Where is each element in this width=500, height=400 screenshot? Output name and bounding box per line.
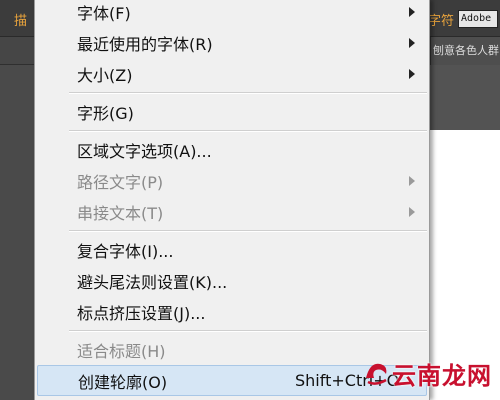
menu-item-glyphs[interactable]: 字形(G): [37, 96, 427, 127]
menu-item-threaded-text: 串接文本(T): [37, 196, 427, 227]
menu-item-label: 标点挤压设置(J)...: [77, 303, 206, 323]
menu-item-area-type-options[interactable]: 区域文字选项(A)...: [37, 134, 427, 165]
menu-item-recent-fonts[interactable]: 最近使用的字体(R): [37, 27, 427, 58]
menu-item-composite-fonts[interactable]: 复合字体(I)...: [37, 234, 427, 265]
menu-item-size[interactable]: 大小(Z): [37, 58, 427, 89]
menu-separator: [69, 330, 427, 332]
submenu-arrow-icon: [409, 206, 415, 217]
menu-item-label: 适合标题(H): [77, 341, 166, 361]
menu-item-label: 大小(Z): [77, 65, 133, 85]
watermark: 云南龙网: [362, 353, 500, 393]
menu-item-mojikumi-settings[interactable]: 标点挤压设置(J)...: [37, 296, 427, 327]
menu-item-font[interactable]: 字体(F): [37, 0, 427, 27]
font-family-field[interactable]: Adobe: [458, 10, 499, 28]
character-panel-group: 字符 Adobe: [428, 8, 499, 30]
menu-item-label: 区域文字选项(A)...: [77, 141, 212, 161]
submenu-arrow-icon: [409, 175, 415, 186]
menu-item-kinsoku-settings[interactable]: 避头尾法则设置(K)...: [37, 265, 427, 296]
submenu-arrow-icon: [409, 37, 415, 48]
watermark-text: 云南龙网: [392, 360, 492, 390]
submenu-arrow-icon: [409, 6, 415, 17]
character-panel-link[interactable]: 字符: [428, 10, 454, 29]
menu-item-label: 最近使用的字体(R): [77, 34, 213, 54]
document-tab[interactable]: 刨意各色人群: [430, 37, 500, 65]
menu-item-label: 复合字体(I)...: [77, 241, 174, 261]
menu-item-label: 避头尾法则设置(K)...: [77, 272, 228, 292]
menu-separator: [69, 130, 427, 132]
watermark-logo-icon: [366, 363, 387, 385]
menu-item-label: 路径文字(P): [77, 172, 164, 192]
menu-item-label: 创建轮廓(O): [78, 372, 168, 392]
menu-item-label: 字体(F): [77, 3, 131, 23]
menu-item-label: 串接文本(T): [77, 203, 164, 223]
type-menu: 字体(F) 最近使用的字体(R) 大小(Z) 字形(G) 区域文字选项(A)..…: [34, 0, 430, 400]
menu-separator: [69, 92, 427, 94]
submenu-arrow-icon: [409, 68, 415, 79]
control-bar-label[interactable]: 描: [14, 10, 27, 29]
menu-item-type-on-path: 路径文字(P): [37, 165, 427, 196]
menu-separator: [69, 230, 427, 232]
menu-item-label: 字形(G): [77, 103, 134, 123]
